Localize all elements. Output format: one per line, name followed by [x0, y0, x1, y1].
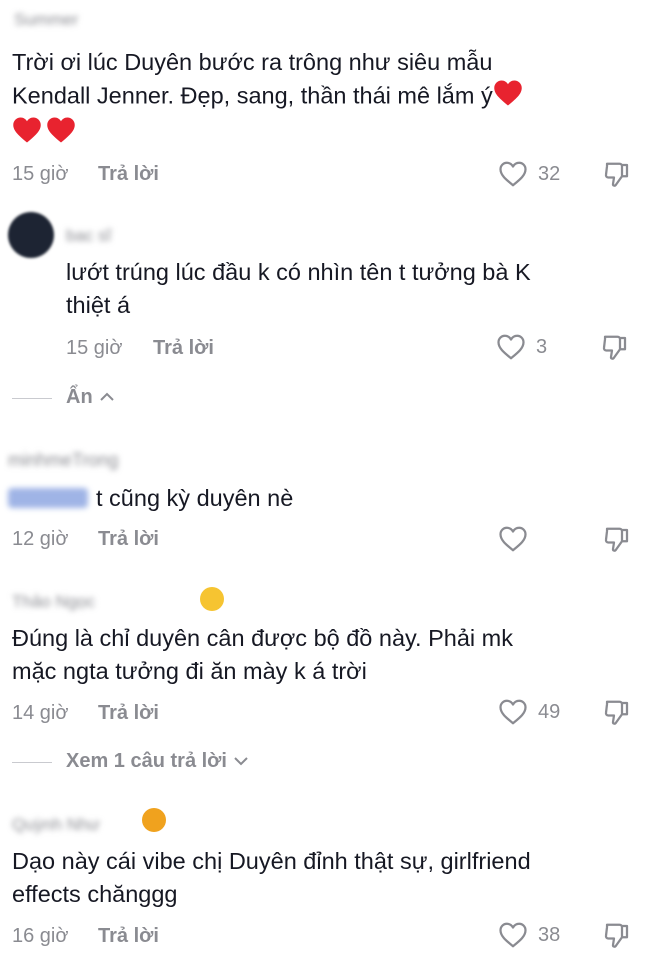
comment-text-line: Đúng là chỉ duyên cân được bộ đồ này. Ph…: [12, 625, 513, 651]
comment-text-line: lướt trúng lúc đầu k có nhìn tên t tưởng…: [66, 259, 531, 285]
like-button[interactable]: 38: [498, 921, 560, 949]
thumbs-down-icon[interactable]: [602, 698, 632, 728]
reply-button[interactable]: Trả lời: [153, 337, 214, 360]
comment-username[interactable]: Summer: [14, 10, 78, 30]
like-button[interactable]: 3: [496, 333, 547, 361]
chevron-up-icon: [99, 386, 115, 409]
comment-time: 14 giờ: [12, 702, 69, 724]
like-button[interactable]: [498, 525, 538, 553]
heart-outline-icon: [496, 333, 526, 361]
view-replies-button[interactable]: Xem 1 câu trả lời: [66, 750, 249, 773]
comment-text-line: thiệt á: [66, 292, 131, 318]
like-button[interactable]: 49: [498, 698, 560, 726]
thumbs-down-icon[interactable]: [602, 921, 632, 951]
comment-username[interactable]: minhmeTrong: [8, 450, 118, 471]
comment-username[interactable]: Thảo Ngọc: [12, 592, 95, 612]
red-heart-emoji: [493, 79, 523, 116]
heart-outline-icon: [498, 160, 528, 188]
comment-text-line: [12, 116, 652, 153]
comment-time: 12 giờ: [12, 528, 69, 550]
comment-text: Trời ơi lúc Duyên bước ra trông như siêu…: [12, 46, 652, 153]
comment-text-line: Dạo này cái vibe chị Duyên đỉnh thật sự,…: [12, 848, 531, 874]
comment-username[interactable]: bac sĩ: [66, 226, 111, 246]
comment-text-line: effects chănggg: [12, 881, 178, 907]
thumbs-down-icon[interactable]: [602, 525, 632, 555]
hide-replies-button[interactable]: Ẩn: [66, 386, 115, 409]
comment-text: Dạo này cái vibe chị Duyên đỉnh thật sự,…: [12, 845, 652, 911]
mention-tag[interactable]: [8, 488, 88, 508]
comment-text-line: Trời ơi lúc Duyên bước ra trông như siêu…: [12, 49, 493, 75]
emoji-icon: [142, 808, 166, 832]
hide-replies-label: Ẩn: [66, 386, 93, 408]
comment-time: 16 giờ: [12, 925, 69, 947]
thumbs-down-icon[interactable]: [602, 160, 632, 190]
view-replies-label: Xem 1 câu trả lời: [66, 750, 227, 772]
comment-text: t cũng kỳ duyên nè: [96, 485, 294, 511]
like-count: 49: [538, 700, 561, 723]
comment-text: Đúng là chỉ duyên cân được bộ đồ này. Ph…: [12, 622, 652, 688]
heart-outline-icon: [498, 525, 528, 553]
thumbs-down-icon[interactable]: [600, 333, 630, 363]
reply-button[interactable]: Trả lời: [98, 163, 159, 186]
grin-emoji: [200, 587, 224, 611]
like-count: 32: [538, 162, 561, 185]
like-count: 38: [538, 923, 561, 946]
chevron-down-icon: [233, 750, 249, 773]
comment-time: 15 giờ: [12, 163, 69, 185]
red-heart-emoji: [46, 116, 76, 153]
like-count: 3: [536, 335, 548, 358]
heart-outline-icon: [498, 921, 528, 949]
comment-time: 15 giờ: [66, 337, 123, 359]
comment-text: lướt trúng lúc đầu k có nhìn tên t tưởng…: [66, 256, 651, 322]
reply-button[interactable]: Trả lời: [98, 925, 159, 948]
red-heart-emoji: [12, 116, 42, 153]
comment-text-line: mặc ngta tưởng đi ăn mày k á trời: [12, 658, 367, 684]
divider: [12, 398, 52, 399]
reply-button[interactable]: Trả lời: [98, 702, 159, 725]
divider: [12, 762, 52, 763]
comment-username[interactable]: Quỳnh Như: [12, 815, 100, 835]
reply-button[interactable]: Trả lời: [98, 528, 159, 551]
heart-outline-icon: [498, 698, 528, 726]
comment-text-line: Kendall Jenner. Đẹp, sang, thần thái mê …: [12, 79, 652, 116]
avatar[interactable]: [8, 212, 54, 258]
like-button[interactable]: 32: [498, 160, 560, 188]
